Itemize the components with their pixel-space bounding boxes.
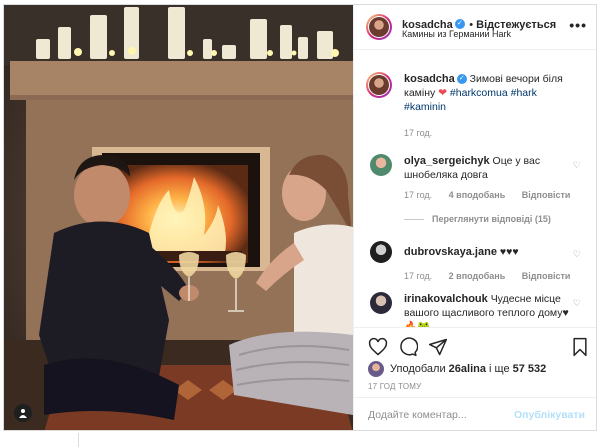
hashtag-link[interactable]: #kaminin	[404, 101, 446, 113]
caption-avatar[interactable]	[366, 72, 392, 98]
commenter-username[interactable]: olya_sergeichyk	[404, 155, 490, 167]
comment-likes[interactable]: 2 вподобань	[449, 271, 506, 281]
caption-username[interactable]: kosadcha	[404, 73, 455, 85]
comment-time[interactable]: 17 год.	[404, 271, 432, 281]
post-header: kosadcha ✓ • Відстежується Камины из Герм…	[354, 5, 596, 50]
caption-time[interactable]: 17 год.	[404, 126, 432, 140]
bookmark-icon[interactable]	[570, 337, 590, 357]
commenter-username[interactable]: irinakovalchouk	[404, 293, 488, 305]
like-comment-icon[interactable]: ♡	[573, 296, 581, 310]
post-sidebar: kosadcha ✓ • Відстежується Камины из Герм…	[353, 5, 596, 430]
comment-item: dubrovskaya.jane ♥♥♥ ♡ 17 год. 2 вподоба…	[364, 241, 589, 291]
post-location[interactable]: Камины из Германии Hark	[402, 29, 511, 39]
comment-item: irinakovalchouk Чудесне місце вашого щас…	[364, 290, 589, 327]
liker-username[interactable]: 26alina	[449, 363, 486, 375]
post-dialog: kosadcha ✓ • Відстежується Камины из Герм…	[3, 4, 597, 431]
likes-summary: Уподобали 26alina і ще 57 532	[368, 361, 546, 377]
likes-suffix: і ще	[489, 363, 510, 375]
comment-input[interactable]: Додайте коментар...	[368, 409, 467, 421]
publish-button[interactable]: Опублікувати	[514, 409, 585, 421]
comment-likes[interactable]: 4 вподобань	[449, 190, 506, 200]
comment-item: olya_sergeichyk Оце у вас шнобеляка довг…	[364, 154, 589, 234]
commenter-avatar[interactable]	[370, 292, 392, 314]
post-photo[interactable]	[4, 5, 353, 430]
commenter-avatar[interactable]	[370, 154, 392, 176]
comments-list[interactable]: kosadcha ✓ Зимові вечори біля каміну ❤ #h…	[354, 50, 596, 327]
divider	[78, 433, 79, 447]
author-avatar[interactable]	[366, 14, 392, 40]
commenter-avatar[interactable]	[370, 241, 392, 263]
likes-count[interactable]: 57 532	[513, 363, 547, 375]
like-comment-icon[interactable]: ♡	[573, 158, 581, 172]
verified-badge-icon: ✓	[454, 18, 465, 29]
comment-icon[interactable]	[398, 337, 419, 357]
share-icon[interactable]	[428, 337, 448, 357]
reply-button[interactable]: Відповісти	[522, 190, 571, 200]
more-icon[interactable]: •••	[569, 17, 587, 33]
user-tag-icon[interactable]	[14, 404, 32, 422]
comment-text: ♥♥♥	[499, 246, 519, 258]
posted-time[interactable]: 17 ГОД ТОМУ	[368, 382, 421, 391]
hashtag-link[interactable]: #harkcomua	[450, 87, 508, 99]
caption-emoji: ❤	[438, 87, 447, 99]
reply-button[interactable]: Відповісти	[522, 271, 571, 281]
liker-avatar[interactable]	[368, 361, 384, 377]
like-comment-icon[interactable]: ♡	[573, 247, 581, 261]
heart-icon[interactable]	[368, 337, 388, 357]
view-replies-label: Переглянути відповіді (15)	[432, 214, 551, 224]
commenter-username[interactable]: dubrovskaya.jane	[404, 246, 497, 258]
post-caption: kosadcha ✓ Зимові вечори біля каміну ❤ #h…	[364, 72, 589, 142]
likes-prefix: Уподобали	[390, 363, 446, 375]
hashtag-link[interactable]: #hark	[511, 87, 537, 99]
comment-time[interactable]: 17 год.	[404, 190, 432, 200]
add-comment-bar: Додайте коментар... Опублікувати	[354, 397, 596, 430]
verified-badge-icon: ✓	[456, 74, 467, 85]
view-replies-button[interactable]: Переглянути відповіді (15)	[404, 212, 551, 226]
